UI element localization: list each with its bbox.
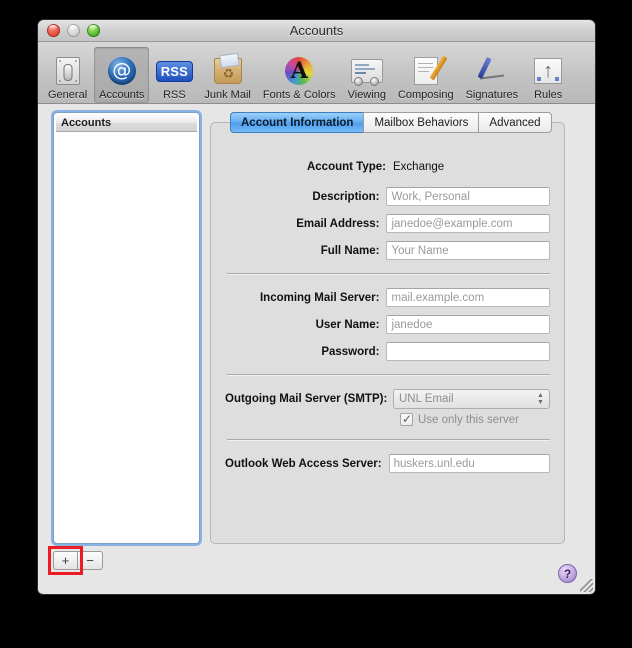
account-details-panel: Account Type: Exchange Description: Work… bbox=[210, 122, 565, 544]
use-only-this-server-checkbox[interactable] bbox=[400, 413, 413, 426]
full-name-row: Full Name: Your Name bbox=[225, 241, 550, 260]
password-row: Password: bbox=[225, 342, 550, 361]
incoming-mail-server-input[interactable]: mail.example.com bbox=[386, 288, 550, 307]
smtp-label: Outgoing Mail Server (SMTP): bbox=[225, 393, 393, 405]
accounts-list-header: Accounts bbox=[56, 115, 197, 132]
accounts-list-controls: + − bbox=[53, 551, 103, 570]
toolbar-label-general: General bbox=[48, 89, 87, 101]
account-tabs: Account Information Mailbox Behaviors Ad… bbox=[230, 112, 552, 133]
toolbar-label-fonts-colors: Fonts & Colors bbox=[263, 89, 336, 101]
rss-icon: RSS bbox=[156, 55, 192, 87]
description-row: Description: Work, Personal bbox=[225, 187, 550, 206]
toolbar-item-signatures[interactable]: Signatures bbox=[461, 47, 524, 103]
preferences-body: Accounts + − Account Type: Exchange Desc… bbox=[38, 104, 595, 593]
outlook-web-access-server-row: Outlook Web Access Server: huskers.unl.e… bbox=[225, 454, 550, 473]
window-title: Accounts bbox=[38, 20, 595, 42]
toolbar-label-rss: RSS bbox=[163, 89, 186, 101]
smtp-row: Outgoing Mail Server (SMTP): UNL Email ▲… bbox=[225, 389, 550, 409]
viewing-icon bbox=[349, 55, 385, 87]
preferences-toolbar: General @ Accounts RSS RSS Junk Mail Fon… bbox=[38, 42, 595, 104]
accounts-list-body[interactable] bbox=[56, 132, 197, 540]
form-divider-3 bbox=[227, 439, 550, 440]
help-button[interactable]: ? bbox=[558, 564, 577, 583]
add-account-button[interactable]: + bbox=[53, 551, 78, 570]
email-address-input[interactable]: janedoe@example.com bbox=[386, 214, 550, 233]
smtp-select[interactable]: UNL Email ▲▼ bbox=[393, 389, 550, 409]
toolbar-label-viewing: Viewing bbox=[348, 89, 386, 101]
description-label: Description: bbox=[225, 191, 386, 203]
toolbar-item-accounts[interactable]: @ Accounts bbox=[94, 47, 149, 103]
full-name-input[interactable]: Your Name bbox=[386, 241, 550, 260]
user-name-input[interactable]: janedoe bbox=[386, 315, 550, 334]
close-button[interactable] bbox=[47, 24, 60, 37]
incoming-mail-server-row: Incoming Mail Server: mail.example.com bbox=[225, 288, 550, 307]
resize-grip[interactable] bbox=[580, 579, 593, 592]
remove-account-button[interactable]: − bbox=[78, 551, 103, 570]
password-label: Password: bbox=[225, 346, 386, 358]
tab-advanced[interactable]: Advanced bbox=[478, 112, 551, 133]
tab-account-information[interactable]: Account Information bbox=[230, 112, 363, 133]
toolbar-label-accounts: Accounts bbox=[99, 89, 144, 101]
toolbar-item-junk-mail[interactable]: Junk Mail bbox=[199, 47, 255, 103]
toolbar-label-signatures: Signatures bbox=[466, 89, 519, 101]
email-address-label: Email Address: bbox=[225, 218, 386, 230]
use-only-this-server-row[interactable]: Use only this server bbox=[400, 413, 550, 426]
toolbar-item-composing[interactable]: Composing bbox=[393, 47, 459, 103]
outlook-web-access-server-label: Outlook Web Access Server: bbox=[225, 458, 389, 470]
accounts-icon: @ bbox=[104, 55, 140, 87]
toolbar-label-rules: Rules bbox=[534, 89, 562, 101]
account-type-value: Exchange bbox=[393, 161, 444, 173]
email-address-row: Email Address: janedoe@example.com bbox=[225, 214, 550, 233]
account-information-form: Account Type: Exchange Description: Work… bbox=[211, 161, 564, 481]
tab-mailbox-behaviors[interactable]: Mailbox Behaviors bbox=[363, 112, 478, 133]
zoom-button[interactable] bbox=[87, 24, 100, 37]
toolbar-item-rss[interactable]: RSS RSS bbox=[151, 47, 197, 103]
composing-icon bbox=[408, 55, 444, 87]
form-divider-2 bbox=[227, 374, 550, 375]
toolbar-item-rules[interactable]: Rules bbox=[525, 47, 571, 103]
account-type-row: Account Type: Exchange bbox=[225, 161, 550, 173]
signatures-icon bbox=[474, 55, 510, 87]
preferences-window: Accounts General @ Accounts RSS RSS J bbox=[38, 20, 595, 594]
minimize-button[interactable] bbox=[67, 24, 80, 37]
accounts-list[interactable]: Accounts bbox=[53, 112, 200, 544]
use-only-this-server-label: Use only this server bbox=[418, 414, 519, 426]
toolbar-label-junk-mail: Junk Mail bbox=[204, 89, 250, 101]
fonts-colors-icon bbox=[281, 55, 317, 87]
full-name-label: Full Name: bbox=[225, 245, 386, 257]
user-name-label: User Name: bbox=[225, 319, 386, 331]
toolbar-item-viewing[interactable]: Viewing bbox=[343, 47, 391, 103]
rules-icon bbox=[530, 55, 566, 87]
general-icon bbox=[50, 55, 86, 87]
description-input[interactable]: Work, Personal bbox=[386, 187, 550, 206]
smtp-selected-value: UNL Email bbox=[399, 393, 454, 405]
account-type-label: Account Type: bbox=[225, 161, 393, 173]
chevron-updown-icon: ▲▼ bbox=[535, 390, 546, 408]
user-name-row: User Name: janedoe bbox=[225, 315, 550, 334]
window-titlebar: Accounts bbox=[38, 20, 595, 42]
toolbar-label-composing: Composing bbox=[398, 89, 454, 101]
form-divider-1 bbox=[227, 273, 550, 274]
toolbar-item-fonts-colors[interactable]: Fonts & Colors bbox=[258, 47, 341, 103]
incoming-mail-server-label: Incoming Mail Server: bbox=[225, 292, 386, 304]
password-input[interactable] bbox=[386, 342, 550, 361]
toolbar-item-general[interactable]: General bbox=[43, 47, 92, 103]
junk-mail-icon bbox=[210, 55, 246, 87]
outlook-web-access-server-input[interactable]: huskers.unl.edu bbox=[389, 454, 550, 473]
